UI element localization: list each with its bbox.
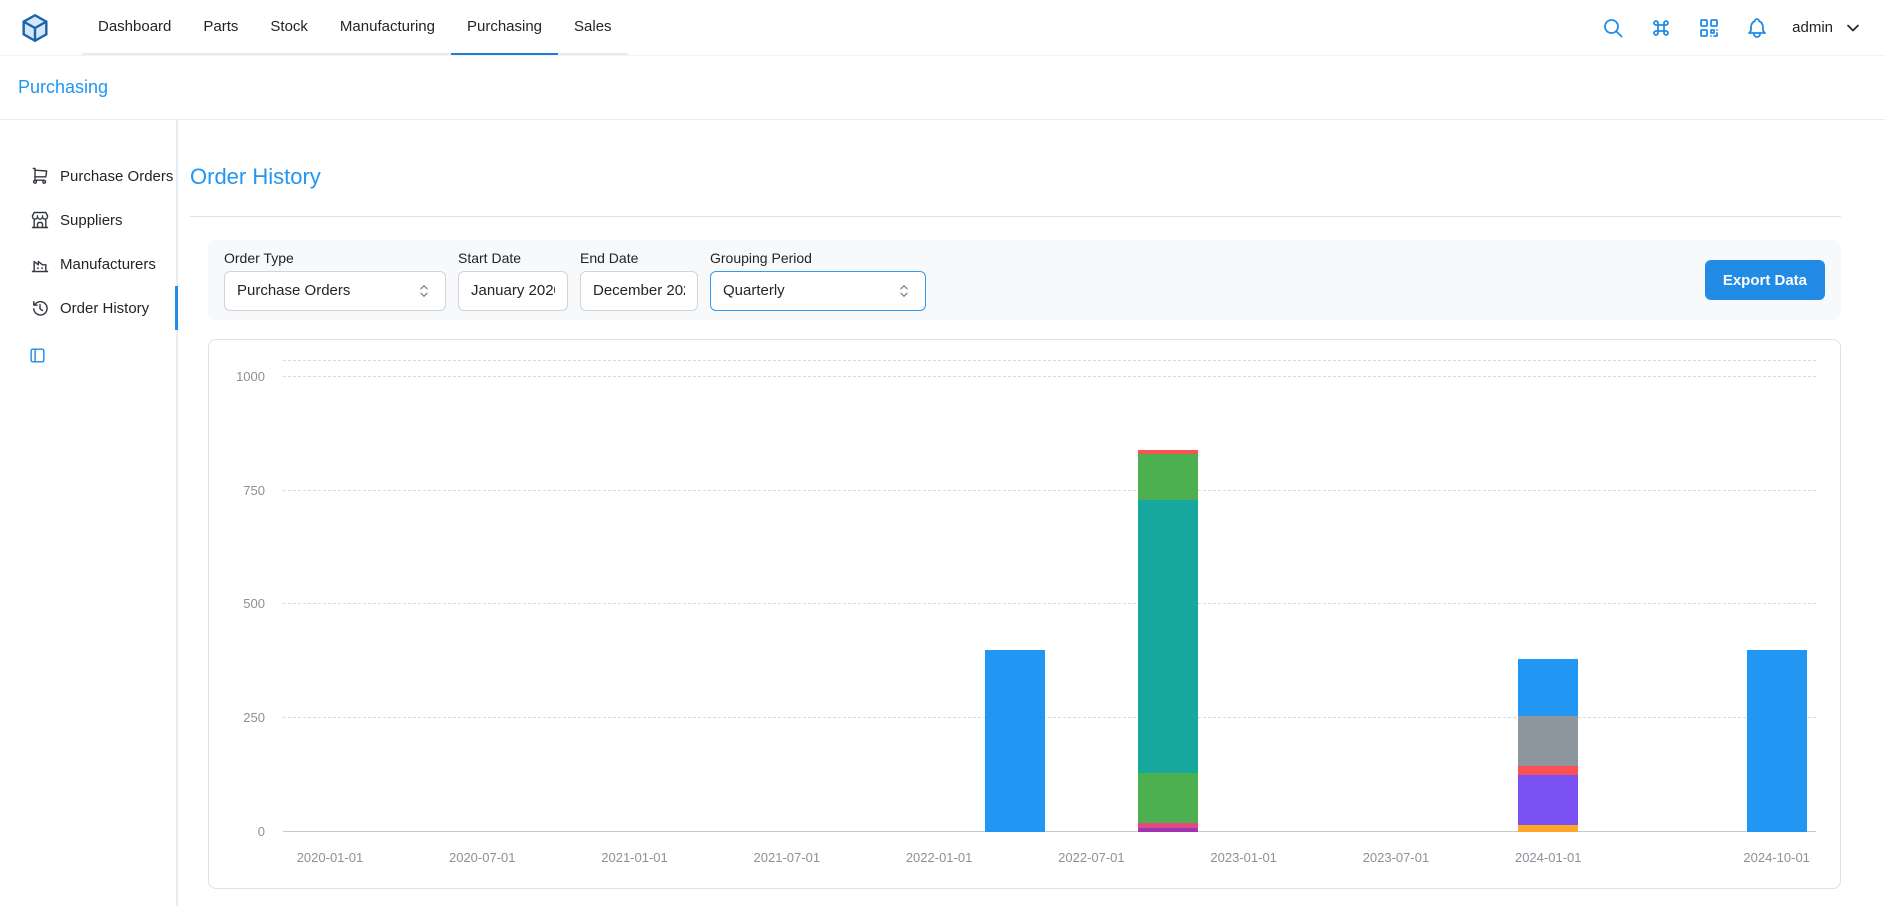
- y-axis-label: 500: [243, 596, 265, 611]
- breadcrumb-link-purchasing[interactable]: Purchasing: [18, 77, 108, 98]
- tab-parts[interactable]: Parts: [187, 0, 254, 55]
- history-icon: [30, 298, 50, 318]
- navbar-actions: admin: [1600, 0, 1863, 55]
- app-logo-icon[interactable]: [14, 0, 56, 55]
- order-type-select[interactable]: Purchase Orders: [224, 271, 446, 311]
- shopping-cart-icon: [30, 166, 50, 186]
- sidebar-collapse-icon[interactable]: [28, 346, 47, 365]
- x-axis-label: 2024-10-01: [1743, 850, 1810, 865]
- order-type-label: Order Type: [224, 250, 446, 266]
- tab-dashboard[interactable]: Dashboard: [82, 0, 187, 55]
- gridline: [283, 490, 1816, 491]
- selector-icon: [415, 282, 433, 300]
- gridline: [283, 376, 1816, 377]
- x-axis-label: 2020-07-01: [449, 850, 516, 865]
- chevron-down-icon: [1843, 18, 1863, 38]
- grouping-period-field: Grouping Period Quarterly: [710, 250, 926, 311]
- x-axis-label: 2022-01-01: [906, 850, 973, 865]
- sidebar-item-label: Manufacturers: [60, 256, 156, 273]
- notifications-bell-icon[interactable]: [1744, 15, 1770, 41]
- gridline: [283, 831, 1816, 832]
- grouping-period-label: Grouping Period: [710, 250, 926, 266]
- end-date-field: End Date: [580, 250, 698, 311]
- bar-segment[interactable]: [985, 650, 1045, 832]
- tab-stock[interactable]: Stock: [254, 0, 324, 55]
- y-axis-label: 750: [243, 483, 265, 498]
- sidebar-item-suppliers[interactable]: Suppliers: [0, 198, 176, 242]
- command-palette-icon[interactable]: [1648, 15, 1674, 41]
- x-axis-label: 2023-01-01: [1210, 850, 1277, 865]
- grouping-period-value: Quarterly: [723, 282, 785, 299]
- bar-segment[interactable]: [1518, 716, 1578, 766]
- user-menu[interactable]: admin: [1792, 18, 1863, 38]
- x-axis-label: 2020-01-01: [297, 850, 364, 865]
- x-axis-label: 2022-07-01: [1058, 850, 1125, 865]
- export-data-button[interactable]: Export Data: [1705, 260, 1825, 300]
- sidebar-item-purchase-orders[interactable]: Purchase Orders: [0, 154, 176, 198]
- order-history-chart: 0 250 500 750 1000 2020-01-01 2020-07-01 2021-…: [208, 339, 1841, 889]
- y-axis-label: 0: [258, 824, 265, 839]
- sidebar-item-label: Suppliers: [60, 212, 123, 229]
- bar-segment[interactable]: [1138, 454, 1198, 500]
- bar-segment[interactable]: [1138, 823, 1198, 828]
- sidebar-item-label: Order History: [60, 300, 149, 317]
- tab-sales[interactable]: Sales: [558, 0, 628, 55]
- grouping-period-select[interactable]: Quarterly: [710, 271, 926, 311]
- building-factory-icon: [30, 254, 50, 274]
- navbar: Dashboard Parts Stock Manufacturing Purc…: [0, 0, 1885, 56]
- order-type-value: Purchase Orders: [237, 282, 350, 299]
- bar-segment[interactable]: [1518, 825, 1578, 832]
- x-axis-label: 2021-07-01: [754, 850, 821, 865]
- x-axis-label: 2023-07-01: [1363, 850, 1430, 865]
- bar-segment[interactable]: [1518, 766, 1578, 775]
- gridline: [283, 603, 1816, 604]
- end-date-label: End Date: [580, 250, 698, 266]
- sidebar-item-manufacturers[interactable]: Manufacturers: [0, 242, 176, 286]
- gridline: [283, 360, 1816, 361]
- x-axis-label: 2021-01-01: [601, 850, 668, 865]
- start-date-field: Start Date: [458, 250, 568, 311]
- bar-segment[interactable]: [1138, 450, 1198, 455]
- divider: [190, 216, 1841, 217]
- main-nav-tabs: Dashboard Parts Stock Manufacturing Purc…: [82, 0, 628, 55]
- bar-segment[interactable]: [1518, 775, 1578, 825]
- tab-purchasing[interactable]: Purchasing: [451, 0, 558, 55]
- bar-segment[interactable]: [1138, 773, 1198, 823]
- gridline: [283, 717, 1816, 718]
- bar-segment[interactable]: [1138, 828, 1198, 832]
- building-store-icon: [30, 210, 50, 230]
- barcode-scan-icon[interactable]: [1696, 15, 1722, 41]
- breadcrumb: Purchasing: [0, 56, 1885, 120]
- chart-plot-area: [283, 360, 1816, 832]
- page-title: Order History: [190, 164, 1841, 190]
- x-axis-label: 2024-01-01: [1515, 850, 1582, 865]
- end-date-input[interactable]: [580, 271, 698, 311]
- tab-manufacturing[interactable]: Manufacturing: [324, 0, 451, 55]
- start-date-label: Start Date: [458, 250, 568, 266]
- main-content: Order History Order Type Purchase Orders…: [178, 120, 1885, 906]
- bar-segment[interactable]: [1518, 659, 1578, 716]
- x-axis: 2020-01-01 2020-07-01 2021-01-01 2021-07-01…: [283, 850, 1816, 866]
- sidebar: Purchase Orders Suppliers Manufacturers …: [0, 120, 178, 906]
- filter-panel: Order Type Purchase Orders Start Date En…: [208, 240, 1841, 320]
- y-axis-label: 1000: [236, 369, 265, 384]
- search-icon[interactable]: [1600, 15, 1626, 41]
- sidebar-item-label: Purchase Orders: [60, 168, 173, 185]
- selector-icon: [895, 282, 913, 300]
- username: admin: [1792, 19, 1833, 36]
- bar-segment[interactable]: [1138, 500, 1198, 773]
- bar-segment[interactable]: [1747, 650, 1807, 832]
- order-type-field: Order Type Purchase Orders: [224, 250, 446, 311]
- start-date-input[interactable]: [458, 271, 568, 311]
- sidebar-item-order-history[interactable]: Order History: [0, 286, 176, 330]
- y-axis-label: 250: [243, 710, 265, 725]
- y-axis: 02505007501000: [209, 360, 275, 832]
